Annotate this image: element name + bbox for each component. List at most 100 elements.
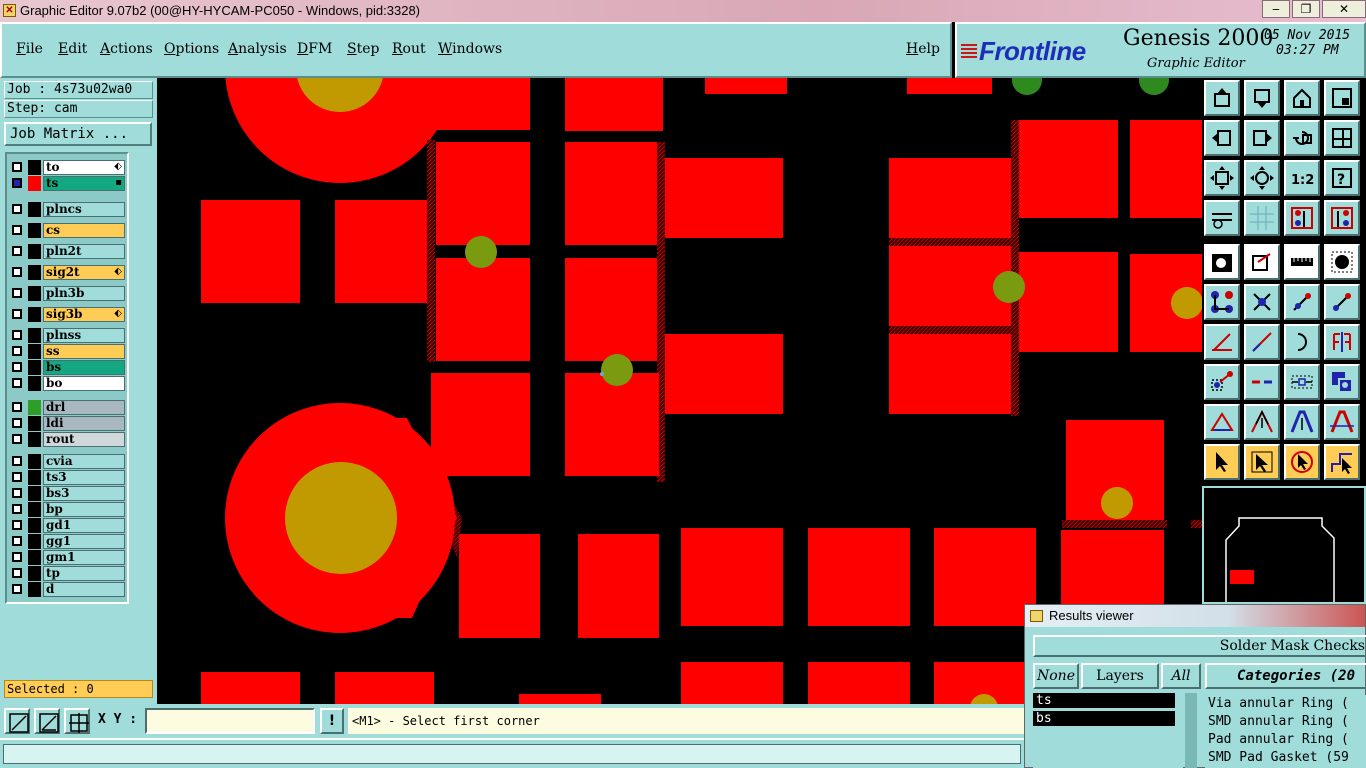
layer-name[interactable]: pln2t xyxy=(43,244,125,259)
layer-checkbox[interactable] xyxy=(12,418,22,428)
move-down-icon[interactable] xyxy=(1244,80,1280,116)
results-scrollbar[interactable] xyxy=(1185,693,1197,768)
netlist-left-icon[interactable] xyxy=(1284,200,1320,236)
layer-color-swatch[interactable] xyxy=(28,244,41,259)
move-right-icon[interactable] xyxy=(1244,120,1280,156)
line-node-icon[interactable] xyxy=(1284,284,1320,320)
connect-nodes-icon[interactable] xyxy=(1204,284,1240,320)
draw-angle-icon[interactable] xyxy=(1204,324,1240,360)
results-layer-item[interactable]: bs xyxy=(1033,711,1175,726)
draw-arc-icon[interactable] xyxy=(1284,324,1320,360)
none-button[interactable]: None xyxy=(1033,663,1079,689)
layer-row-drl[interactable]: drl xyxy=(9,400,127,415)
layer-name[interactable]: gm1 xyxy=(43,550,125,565)
pad-shape-icon[interactable] xyxy=(1204,244,1240,280)
overview-minimap[interactable] xyxy=(1202,486,1366,604)
menu-windows[interactable]: Windows xyxy=(438,41,502,57)
menu-step[interactable]: Step xyxy=(347,41,379,57)
execute-button[interactable]: ! xyxy=(320,708,344,734)
menu-file[interactable]: File xyxy=(16,41,43,57)
layer-name[interactable]: sig3b ⬖ xyxy=(43,307,125,322)
layer-checkbox[interactable] xyxy=(12,584,22,594)
select-pointer-icon[interactable] xyxy=(1204,444,1240,480)
minimize-button[interactable]: ‒ xyxy=(1262,0,1290,18)
split-view-icon[interactable] xyxy=(1324,120,1360,156)
help-icon[interactable]: ? xyxy=(1324,160,1360,196)
layer-name[interactable]: gd1 xyxy=(43,518,125,533)
select-polygon-icon[interactable] xyxy=(1284,444,1320,480)
layer-name[interactable]: pln3b xyxy=(43,286,125,301)
menu-dfm[interactable]: DFM xyxy=(297,41,332,57)
layer-name[interactable]: bo xyxy=(43,376,125,391)
layer-color-swatch[interactable] xyxy=(28,416,41,431)
netlist-right-icon[interactable] xyxy=(1324,200,1360,236)
layer-row-ts[interactable]: ts ▪ xyxy=(9,176,127,191)
snap-grid-icon[interactable] xyxy=(4,708,30,734)
stretch-icon[interactable] xyxy=(1284,364,1320,400)
category-item[interactable]: Via annular Ring ( xyxy=(1205,695,1366,713)
layer-color-swatch[interactable] xyxy=(28,582,41,597)
layer-checkbox[interactable] xyxy=(12,552,22,562)
layer-checkbox[interactable] xyxy=(12,204,22,214)
layer-color-swatch[interactable] xyxy=(28,486,41,501)
layer-color-swatch[interactable] xyxy=(28,400,41,415)
layer-row-d[interactable]: d xyxy=(9,582,127,597)
layer-checkbox[interactable] xyxy=(12,346,22,356)
layer-row-plncs[interactable]: plncs xyxy=(9,202,127,217)
layer-row-to[interactable]: to ⬖ xyxy=(9,160,127,175)
layer-checkbox[interactable] xyxy=(12,267,22,277)
select-path-icon[interactable] xyxy=(1324,444,1360,480)
layer-name[interactable]: plnss xyxy=(43,328,125,343)
snap-center-icon[interactable] xyxy=(64,708,90,734)
layer-checkbox[interactable] xyxy=(12,536,22,546)
layer-checkbox[interactable] xyxy=(12,504,22,514)
layer-checkbox[interactable] xyxy=(12,288,22,298)
layer-checkbox[interactable] xyxy=(12,378,22,388)
snap-angle-icon[interactable] xyxy=(34,708,60,734)
layer-name[interactable]: drl xyxy=(43,400,125,415)
layer-name[interactable]: to ⬖ xyxy=(43,160,125,175)
layer-row-cvia[interactable]: cvia xyxy=(9,454,127,469)
layer-color-swatch[interactable] xyxy=(28,344,41,359)
layer-color-swatch[interactable] xyxy=(28,265,41,280)
undo-view-icon[interactable] xyxy=(1284,120,1320,156)
layer-color-swatch[interactable] xyxy=(28,328,41,343)
job-matrix-button[interactable]: Job Matrix ... xyxy=(4,122,152,146)
layer-row-bo[interactable]: bo xyxy=(9,376,127,391)
category-item[interactable]: Pad annular Ring ( xyxy=(1205,731,1366,749)
cross-node-icon[interactable] xyxy=(1244,284,1280,320)
layer-name[interactable]: d xyxy=(43,582,125,597)
layer-name[interactable]: bp xyxy=(43,502,125,517)
layer-row-bp[interactable]: bp xyxy=(9,502,127,517)
layer-name[interactable]: rout xyxy=(43,432,125,447)
layer-name[interactable]: ts ▪ xyxy=(43,176,125,191)
layer-checkbox[interactable] xyxy=(12,456,22,466)
layer-name[interactable]: tp xyxy=(43,566,125,581)
layer-color-swatch[interactable] xyxy=(28,376,41,391)
layer-checkbox[interactable] xyxy=(12,520,22,530)
layer-row-tp[interactable]: tp xyxy=(9,566,127,581)
layer-checkbox[interactable] xyxy=(12,246,22,256)
layer-row-ss[interactable]: ss xyxy=(9,344,127,359)
zoom-window-icon[interactable] xyxy=(1324,80,1360,116)
layer-checkbox[interactable] xyxy=(12,178,22,188)
copy-shape-icon[interactable] xyxy=(1324,364,1360,400)
move-left-icon[interactable] xyxy=(1204,120,1240,156)
layer-color-swatch[interactable] xyxy=(28,566,41,581)
layer-color-swatch[interactable] xyxy=(28,432,41,447)
layer-row-gg1[interactable]: gg1 xyxy=(9,534,127,549)
layer-row-sig2t[interactable]: sig2t ⬖ xyxy=(9,265,127,280)
arch-tool-icon[interactable] xyxy=(1284,404,1320,440)
layer-name[interactable]: bs3 xyxy=(43,486,125,501)
measure-tool-icon[interactable] xyxy=(1204,200,1240,236)
layer-color-swatch[interactable] xyxy=(28,502,41,517)
layer-color-swatch[interactable] xyxy=(28,360,41,375)
layer-row-gd1[interactable]: gd1 xyxy=(9,518,127,533)
menu-analysis[interactable]: Analysis xyxy=(228,41,287,57)
layer-color-swatch[interactable] xyxy=(28,223,41,238)
select-box-pointer-icon[interactable] xyxy=(1244,444,1280,480)
home-icon[interactable] xyxy=(1284,80,1320,116)
xy-coordinate-input[interactable] xyxy=(145,708,315,734)
ruler-icon[interactable] xyxy=(1284,244,1320,280)
layer-row-gm1[interactable]: gm1 xyxy=(9,550,127,565)
